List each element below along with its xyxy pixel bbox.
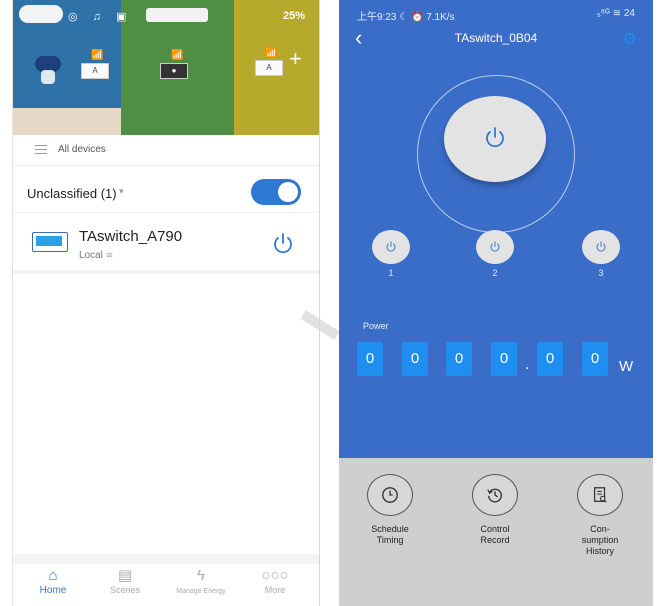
- clock-icon: [382, 487, 398, 503]
- switch-device-icon: A: [81, 63, 109, 79]
- switch-device-icon: A: [255, 60, 283, 76]
- control-record-button[interactable]: Control Record: [455, 474, 535, 546]
- group-toggle[interactable]: [251, 179, 301, 205]
- report-icon: [593, 487, 607, 503]
- divider: [13, 554, 319, 564]
- power-icon: [386, 241, 396, 252]
- power-label: Power: [363, 321, 389, 331]
- home-icon: ⌂: [48, 567, 58, 584]
- decimal-point: .: [525, 356, 530, 373]
- history-icon: [487, 488, 502, 503]
- tab-scenes-label: Scenes: [109, 585, 141, 595]
- banner-floor: [13, 108, 121, 135]
- socket-device-icon: ●: [160, 63, 188, 79]
- power-digit: 0: [446, 342, 472, 376]
- scenes-icon: ▤: [117, 567, 133, 584]
- tab-home[interactable]: ⌂ Home: [23, 567, 83, 596]
- function-label: Schedule Timing: [371, 524, 409, 545]
- channel-label: 3: [598, 268, 604, 278]
- left-phone-screen: ◎ ♫ ▣ 25% 📶 A 📶 ● 📶 A + All devices Uncl…: [12, 0, 320, 606]
- power-digit: 0: [357, 342, 383, 376]
- menu-icon: [35, 145, 47, 157]
- channel-label: 1: [388, 268, 394, 278]
- power-icon[interactable]: [271, 232, 295, 256]
- tab-energy-label: Manage Energy: [176, 588, 226, 595]
- power-icon: [486, 127, 504, 148]
- tab-home-label: Home: [39, 585, 67, 596]
- wifi-icon: 📶: [91, 50, 104, 61]
- tab-scenes[interactable]: ▤ Scenes: [95, 567, 155, 595]
- wifi-icon: ≋: [105, 250, 114, 260]
- power-digit: 0: [537, 342, 563, 376]
- function-label: Con- sumption History: [581, 524, 619, 556]
- energy-icon: ϟ: [197, 567, 205, 584]
- main-power-button[interactable]: [444, 96, 546, 182]
- function-panel: Schedule Timing Control Record Con- sump…: [339, 458, 653, 606]
- power-unit: W: [619, 358, 634, 375]
- function-label: Control Record: [480, 524, 510, 545]
- more-icon: ○○○: [261, 567, 289, 584]
- battery-level: 25%: [282, 10, 305, 22]
- status-icons: ◎ ♫ ▣: [68, 11, 133, 23]
- power-icon: [490, 241, 500, 252]
- status-left: 上午9:23 ☾ ⏰ 7.1K/s: [357, 12, 455, 23]
- wifi-icon: 📶: [171, 50, 184, 61]
- bottom-tab-bar: ⌂ Home ▤ Scenes ϟ Manage Energy ○○○ More: [13, 564, 319, 606]
- wifi-icon: 📶: [265, 48, 278, 59]
- power-digit: 0: [402, 342, 428, 376]
- device-header: ‹ TAswitch_0B04 ⚙: [339, 26, 653, 54]
- gear-icon[interactable]: ⚙: [623, 29, 637, 49]
- flower-vase-icon: [33, 56, 63, 96]
- device-status: Local ≋: [79, 250, 114, 261]
- group-label[interactable]: Unclassified (1): [27, 186, 117, 201]
- status-bar: 上午9:23 ☾ ⏰ 7.1K/s ₅⁶ᴳ ≋ 24: [339, 0, 653, 23]
- status-bar: ◎ ♫ ▣ 25%: [13, 6, 319, 26]
- channel-label: 2: [492, 268, 498, 278]
- status-right: ₅⁶ᴳ ≋ 24: [596, 8, 635, 19]
- add-device-icon[interactable]: +: [289, 48, 302, 70]
- group-row: Unclassified (1) ▾: [13, 172, 319, 213]
- channel-2-switch[interactable]: 2: [476, 230, 514, 278]
- power-digit: 0: [491, 342, 517, 376]
- device-list-item[interactable]: TAswitch_A790 Local ≋: [13, 218, 319, 274]
- page-title: TAswitch_0B04: [454, 31, 538, 45]
- device-name: TAswitch_A790: [79, 228, 183, 245]
- tab-more[interactable]: ○○○ More: [245, 567, 305, 595]
- right-phone-screen: 上午9:23 ☾ ⏰ 7.1K/s ₅⁶ᴳ ≋ 24 ‹ TAswitch_0B…: [339, 0, 653, 606]
- tab-more-label: More: [264, 585, 286, 595]
- all-devices-label: All devices: [58, 144, 106, 155]
- chevron-down-icon[interactable]: ▾: [119, 186, 124, 197]
- power-digit: 0: [582, 342, 608, 376]
- channel-3-switch[interactable]: 3: [582, 230, 620, 278]
- consumption-history-button[interactable]: Con- sumption History: [560, 474, 640, 557]
- channel-1-switch[interactable]: 1: [372, 230, 410, 278]
- home-banner: ◎ ♫ ▣ 25% 📶 A 📶 ● 📶 A +: [13, 0, 319, 135]
- tab-manage-energy[interactable]: ϟ Manage Energy: [171, 567, 231, 595]
- schedule-timing-button[interactable]: Schedule Timing: [350, 474, 430, 546]
- power-icon: [596, 241, 606, 252]
- switch-device-icon: [32, 232, 68, 252]
- all-devices-filter[interactable]: All devices: [13, 135, 319, 166]
